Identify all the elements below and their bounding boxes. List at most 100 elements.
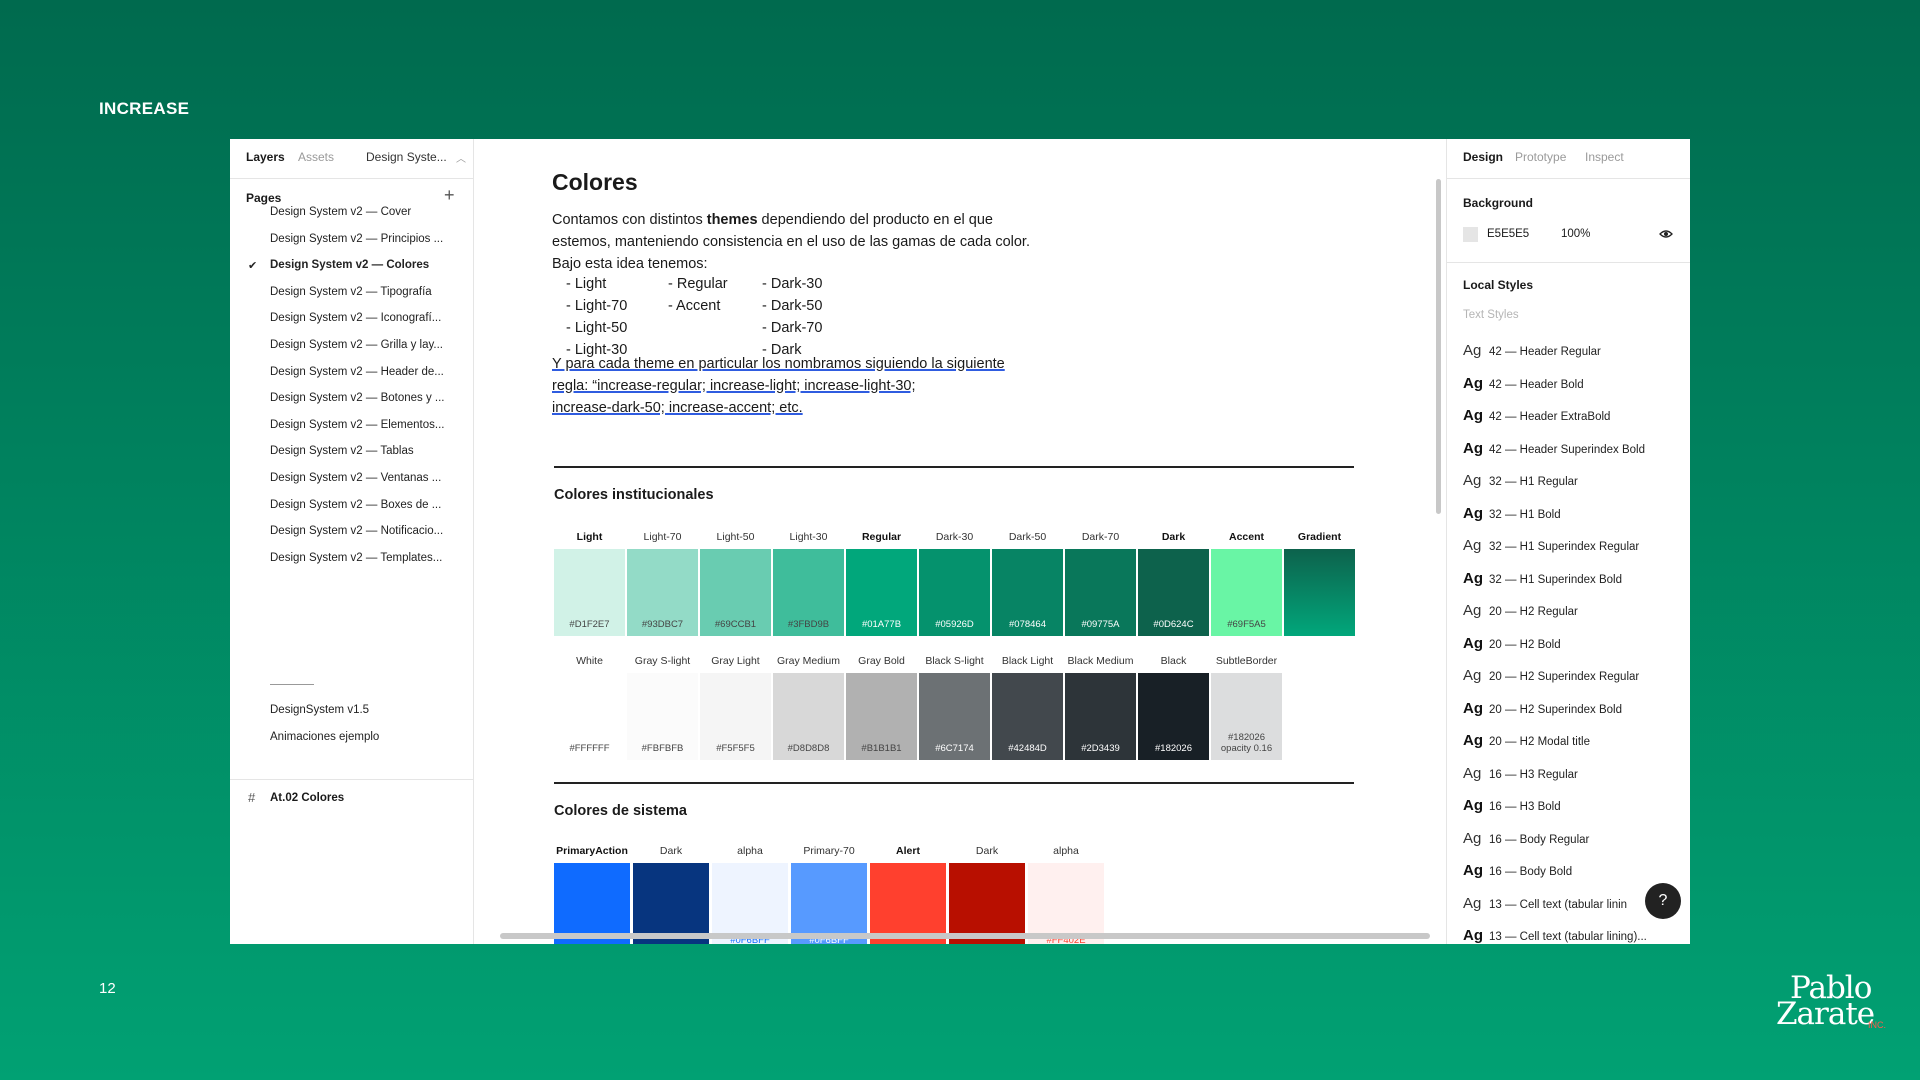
color-swatch[interactable]: #182026 opacity 0.16 bbox=[1211, 673, 1282, 760]
text-style-item[interactable]: Ag 20 — H2 Superindex Bold bbox=[1463, 700, 1622, 717]
color-swatch[interactable]: #0F6BFF opacity 0.07 bbox=[712, 863, 788, 944]
color-swatch[interactable]: #42484D bbox=[992, 673, 1063, 760]
text-style-item[interactable]: Ag 32 — H1 Bold bbox=[1463, 505, 1561, 522]
list-item: - Dark-50 bbox=[762, 298, 823, 314]
text-style-item[interactable]: Ag 32 — H1 Superindex Bold bbox=[1463, 570, 1622, 587]
list-item: - Accent bbox=[668, 298, 721, 314]
color-swatch[interactable]: #09775A bbox=[1065, 549, 1136, 636]
eye-icon[interactable] bbox=[1659, 227, 1673, 241]
text-style-name: 42 — Header ExtraBold bbox=[1489, 411, 1611, 423]
chevron-up-icon[interactable]: ︿ bbox=[456, 150, 466, 165]
text-style-item[interactable]: Ag 16 — Body Bold bbox=[1463, 862, 1572, 879]
color-swatch[interactable]: #69CCB1 bbox=[700, 549, 771, 636]
text-style-item[interactable]: Ag 13 — Cell text (tabular lining)... bbox=[1463, 927, 1647, 944]
text-style-item[interactable]: Ag 16 — Body Regular bbox=[1463, 830, 1589, 847]
color-swatch[interactable]: #FF402E opacity 0.07 bbox=[1028, 863, 1104, 944]
color-swatch[interactable]: #182026 bbox=[1138, 673, 1209, 760]
color-swatch[interactable]: #D1F2E7 bbox=[554, 549, 625, 636]
text-style-item[interactable]: Ag 20 — H2 Modal title bbox=[1463, 732, 1590, 749]
text-style-name: 13 — Cell text (tabular lining)... bbox=[1489, 931, 1647, 943]
swatch-hex-code: #2D3439 bbox=[1081, 743, 1120, 754]
page-item[interactable]: Design System v2 — Notificacio... bbox=[270, 525, 443, 537]
page-item[interactable]: Design System v2 — Cover bbox=[270, 206, 411, 218]
text-style-item[interactable]: Ag 42 — Header Superindex Bold bbox=[1463, 440, 1645, 457]
color-swatch[interactable]: #0F6BFF opacity 0.7 bbox=[791, 863, 867, 944]
page-item[interactable]: DesignSystem v1.5 bbox=[270, 704, 369, 716]
color-swatch[interactable]: #07357F bbox=[633, 863, 709, 944]
color-swatch[interactable]: #F5F5F5 bbox=[700, 673, 771, 760]
page-item[interactable]: Design System v2 — Principios ... bbox=[270, 233, 443, 245]
section-divider-2 bbox=[554, 782, 1354, 784]
text-style-item[interactable]: Ag 42 — Header Bold bbox=[1463, 375, 1584, 392]
color-swatch[interactable]: #FF402E bbox=[870, 863, 946, 944]
text-style-item[interactable]: Ag 32 — H1 Regular bbox=[1463, 472, 1578, 489]
page-item[interactable]: Design System v2 — Grilla y lay... bbox=[270, 339, 443, 351]
rule-line: Y para cada theme en particular los nomb… bbox=[552, 356, 1005, 372]
tab-prototype[interactable]: Prototype bbox=[1515, 150, 1566, 164]
page-item[interactable]: Design System v2 — Tablas bbox=[270, 445, 414, 457]
vertical-scrollbar[interactable] bbox=[1436, 179, 1441, 514]
page-item[interactable]: Design System v2 — Templates... bbox=[270, 552, 442, 564]
swatch-label: Dark bbox=[659, 845, 683, 857]
text-style-item[interactable]: Ag 13 — Cell text (tabular linin bbox=[1463, 895, 1627, 912]
color-swatch[interactable]: #2D3439 bbox=[1065, 673, 1136, 760]
tab-assets[interactable]: Assets bbox=[298, 150, 334, 164]
text-style-item[interactable]: Ag 16 — H3 Regular bbox=[1463, 765, 1578, 782]
add-page-icon[interactable]: + bbox=[444, 185, 455, 206]
tab-design[interactable]: Design bbox=[1463, 150, 1503, 164]
page-item[interactable]: Design System v2 — Header de... bbox=[270, 366, 444, 378]
swatch-label: Dark-50 bbox=[1008, 531, 1047, 543]
page-divider bbox=[270, 684, 314, 685]
color-swatch[interactable]: #05926D bbox=[919, 549, 990, 636]
text-style-item[interactable]: Ag 20 — H2 Superindex Regular bbox=[1463, 667, 1639, 684]
list-item: - Dark-30 bbox=[762, 276, 823, 292]
page-item[interactable]: Design System v2 — Colores bbox=[270, 259, 429, 271]
swatch-hex-code: #42484D bbox=[1008, 743, 1047, 754]
file-selector[interactable]: Design Syste... bbox=[366, 150, 447, 164]
intro-text-1: Contamos con distintos bbox=[552, 212, 707, 228]
text-style-item[interactable]: Ag 42 — Header ExtraBold bbox=[1463, 407, 1610, 424]
color-swatch[interactable] bbox=[1284, 549, 1355, 636]
text-style-item[interactable]: Ag 20 — H2 Regular bbox=[1463, 602, 1578, 619]
text-style-name: 16 — H3 Bold bbox=[1489, 801, 1561, 813]
background-opacity-input[interactable]: 100% bbox=[1561, 228, 1590, 240]
layers-panel-tabs: Layers Assets Design Syste... ︿ bbox=[230, 139, 473, 179]
background-color-swatch[interactable] bbox=[1463, 227, 1478, 242]
color-swatch[interactable]: #FFFFFF bbox=[554, 673, 625, 760]
color-swatch[interactable]: #69F5A5 bbox=[1211, 549, 1282, 636]
page-item[interactable]: Design System v2 — Botones y ... bbox=[270, 392, 445, 404]
text-style-item[interactable]: Ag 42 — Header Regular bbox=[1463, 342, 1601, 359]
page-item[interactable]: Animaciones ejemplo bbox=[270, 731, 379, 743]
color-swatch[interactable]: #93DBC7 bbox=[627, 549, 698, 636]
canvas[interactable]: Colores Contamos con distintos themes de… bbox=[474, 139, 1446, 944]
color-swatch[interactable]: #01A77B bbox=[846, 549, 917, 636]
tab-layers[interactable]: Layers bbox=[246, 150, 285, 164]
layer-frame-item[interactable]: At.02 Colores bbox=[270, 792, 344, 804]
tab-inspect[interactable]: Inspect bbox=[1585, 150, 1624, 164]
color-swatch[interactable]: #3FBD9B bbox=[773, 549, 844, 636]
swatch-label: Light-50 bbox=[716, 531, 755, 543]
color-swatch[interactable]: #0D624C bbox=[1138, 549, 1209, 636]
horizontal-scrollbar[interactable] bbox=[500, 933, 1430, 939]
swatch-hex-code: #69CCB1 bbox=[714, 619, 757, 630]
color-swatch[interactable]: #D8D8D8 bbox=[773, 673, 844, 760]
page-item[interactable]: Design System v2 — Ventanas ... bbox=[270, 472, 441, 484]
text-style-item[interactable]: Ag 16 — H3 Bold bbox=[1463, 797, 1561, 814]
color-swatch[interactable]: #FBFBFB bbox=[627, 673, 698, 760]
color-swatch[interactable]: #B80F00 bbox=[949, 863, 1025, 944]
page-item[interactable]: Design System v2 — Boxes de ... bbox=[270, 499, 441, 511]
swatch-hex-code: #09775A bbox=[1081, 619, 1120, 630]
color-swatch[interactable]: #078464 bbox=[992, 549, 1063, 636]
text-style-item[interactable]: Ag 20 — H2 Bold bbox=[1463, 635, 1561, 652]
page-item[interactable]: Design System v2 — Tipografía bbox=[270, 286, 432, 298]
color-swatch[interactable]: #0F6BFF bbox=[554, 863, 630, 944]
swatch-label: SubtleBorder bbox=[1215, 655, 1278, 667]
page-item[interactable]: Design System v2 — Iconografí... bbox=[270, 312, 441, 324]
page-item[interactable]: Design System v2 — Elementos... bbox=[270, 419, 444, 431]
help-button[interactable]: ? bbox=[1645, 883, 1681, 919]
color-swatch[interactable]: #6C7174 bbox=[919, 673, 990, 760]
color-swatch[interactable]: #B1B1B1 bbox=[846, 673, 917, 760]
swatch-hex-code: #D8D8D8 bbox=[787, 743, 830, 754]
background-hex-input[interactable]: E5E5E5 bbox=[1487, 228, 1529, 240]
text-style-item[interactable]: Ag 32 — H1 Superindex Regular bbox=[1463, 537, 1639, 554]
